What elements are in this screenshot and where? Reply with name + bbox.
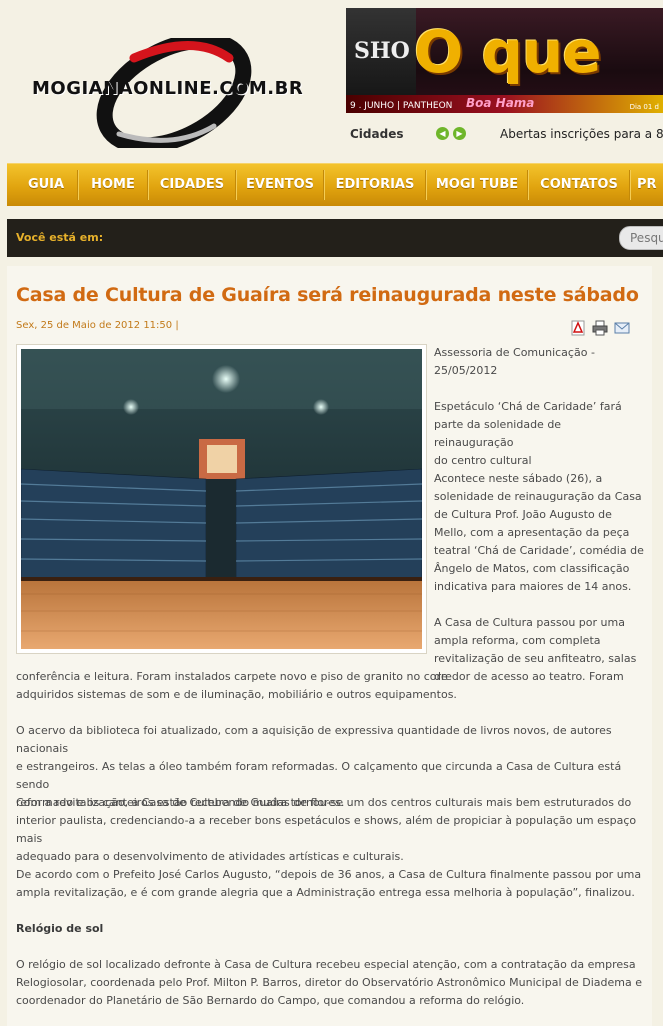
banner-date: 9 . JUNHO | PANTHEON [350, 101, 453, 111]
article-tools [570, 320, 632, 336]
article-paragraph: Assessoria de Comunicação - 25/05/2012 [434, 346, 595, 377]
nav-item-contatos[interactable]: CONTATOS [529, 164, 629, 206]
banner-extra: Dia 01 d [629, 103, 659, 111]
print-icon[interactable] [592, 320, 608, 336]
breadcrumb: Você está em: Pesquis [7, 219, 663, 257]
article-paragraph: conferência e leitura. Foram instalados … [16, 670, 624, 701]
banner-tagline: Boa Hama [466, 96, 535, 110]
search-input[interactable]: Pesquis [619, 226, 663, 250]
main-nav: GUIA HOME CIDADES EVENTOS EDITORIAS MOGI… [7, 163, 663, 206]
nav-item-more[interactable]: PR [637, 164, 663, 206]
nav-item-mogi-tube[interactable]: MOGI TUBE [427, 164, 527, 206]
ticker-prev-icon[interactable]: ◀ [436, 127, 449, 140]
article-subheading: Relógio de sol [16, 922, 104, 935]
article-paragraph: Acontece neste sábado (26), a solenidade… [434, 472, 644, 593]
nav-divider [629, 170, 631, 200]
ticker-headline[interactable]: Abertas inscrições para a 8ª Oli [500, 127, 663, 141]
nav-item-home[interactable]: HOME [79, 164, 147, 206]
logo-text: MOGIANAONLINE.COM.BR [32, 78, 304, 99]
article-paragraph: De acordo com o Prefeito José Carlos Aug… [16, 868, 642, 899]
banner-strip: 9 . JUNHO | PANTHEON Boa Hama Dia 01 d [346, 95, 663, 113]
article-paragraph: O relógio de sol localizado defronte à C… [16, 958, 642, 1007]
ticker-next-icon[interactable]: ▶ [453, 127, 466, 140]
article-date: Sex, 25 de Maio de 2012 11:50 | [16, 320, 179, 331]
banner-left-text: SHO [354, 38, 410, 64]
theater-image [21, 349, 422, 649]
article-title[interactable]: Casa de Cultura de Guaíra será reinaugur… [16, 284, 646, 306]
nav-item-eventos[interactable]: EVENTOS [237, 164, 323, 206]
article-paragraph: Com a revitalização, a Casa de Cultura d… [16, 796, 637, 863]
article-photo [16, 344, 427, 654]
pdf-icon[interactable] [570, 320, 586, 336]
news-ticker: Cidades ◀ ▶ Abertas inscrições para a 8ª… [346, 124, 663, 146]
nav-item-guia[interactable]: GUIA [15, 164, 77, 206]
site-logo[interactable]: MOGIANAONLINE.COM.BR [24, 38, 324, 148]
ticker-label: Cidades [350, 127, 404, 141]
breadcrumb-label: Você está em: [16, 231, 104, 244]
nav-item-cidades[interactable]: CIDADES [149, 164, 235, 206]
site-header: MOGIANAONLINE.COM.BR SHO O que va 9 . JU… [0, 0, 663, 160]
search-placeholder: Pesquis [630, 231, 663, 245]
article-paragraph: Espetáculo ‘Chá de Caridade’ fará parte … [434, 400, 622, 467]
email-icon[interactable] [614, 320, 630, 336]
nav-item-editorias[interactable]: EDITORIAS [325, 164, 425, 206]
article-container: Casa de Cultura de Guaíra será reinaugur… [7, 266, 652, 1026]
ad-banner[interactable]: SHO O que va 9 . JUNHO | PANTHEON Boa Ha… [346, 8, 663, 113]
